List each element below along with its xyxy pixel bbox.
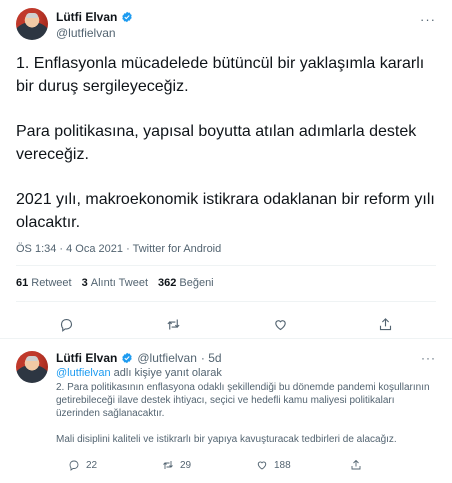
share-icon[interactable] <box>375 314 395 334</box>
engagement-stats: 61 Retweet 3 Alıntı Tweet 362 Beğeni <box>16 277 214 289</box>
reply-author-name[interactable]: Lütfi Elvan <box>56 351 117 365</box>
reply-like-count: 188 <box>274 459 291 471</box>
tweet-actions <box>0 314 452 334</box>
verified-badge-icon <box>122 11 133 23</box>
reply-share-button[interactable] <box>350 459 362 471</box>
reply-tweet[interactable]: Lütfi Elvan @lutfielvan · 5d ··· @lutfie… <box>0 339 452 483</box>
reply-retweet-button[interactable]: 29 <box>162 459 191 471</box>
share-icon <box>351 459 361 470</box>
author-name-row: Lütfi Elvan <box>56 10 133 24</box>
reply-text: 2. Para politikasının enflasyona odaklı … <box>56 381 436 459</box>
replying-to: @lutfielvan adlı kişiye yanıt olarak <box>56 367 222 379</box>
avatar[interactable] <box>16 8 48 40</box>
reply-paragraph: 2. Para politikasının enflasyona odaklı … <box>56 382 430 419</box>
timestamp[interactable]: ÖS 1:34 · 4 Oca 2021 · <box>16 243 133 255</box>
reply-count: 22 <box>86 459 98 471</box>
reply-age[interactable]: · 5d <box>201 351 222 365</box>
quote-count[interactable]: 3 Alıntı Tweet <box>82 277 148 289</box>
reply-reply-button[interactable]: 22 <box>68 459 97 471</box>
divider <box>16 301 436 302</box>
reply-author-handle[interactable]: @lutfielvan <box>137 351 197 365</box>
tweet-paragraph: 1. Enflasyonla mücadelede bütüncül bir y… <box>16 55 425 95</box>
avatar[interactable] <box>16 351 48 383</box>
tweet-text: 1. Enflasyonla mücadelede bütüncül bir y… <box>16 52 436 256</box>
reply-retweet-count: 29 <box>180 459 192 471</box>
tweet-paragraph: Para politikasına, yapısal boyutta atıla… <box>16 123 417 163</box>
author-name[interactable]: Lütfi Elvan <box>56 10 117 24</box>
more-options-icon[interactable]: ··· <box>421 351 436 365</box>
retweet-count[interactable]: 61 Retweet <box>16 277 72 289</box>
reply-author-row: Lütfi Elvan @lutfielvan · 5d <box>56 351 222 365</box>
retweet-icon <box>163 461 173 469</box>
reply-to-mention[interactable]: @lutfielvan <box>56 367 111 379</box>
reply-icon[interactable] <box>56 314 76 334</box>
like-count[interactable]: 362 Beğeni <box>158 277 214 289</box>
reply-paragraph: Mali disiplini kaliteli ve istikrarlı bi… <box>56 434 397 445</box>
reply-actions: 22 29 188 <box>56 459 436 475</box>
divider <box>16 265 436 266</box>
reply-to-suffix: adlı kişiye yanıt olarak <box>110 367 222 379</box>
more-options-icon[interactable]: ··· <box>420 12 436 27</box>
tweet-meta: ÖS 1:34 · 4 Oca 2021 · Twitter for Andro… <box>16 243 221 255</box>
like-icon <box>257 461 267 470</box>
reply-icon <box>69 460 79 471</box>
like-icon[interactable] <box>270 314 290 334</box>
retweet-icon[interactable] <box>163 314 183 334</box>
main-tweet: Lütfi Elvan @lutfielvan ··· 1. Enflasyon… <box>0 0 452 335</box>
author-handle[interactable]: @lutfielvan <box>56 26 116 40</box>
tweet-paragraph: 2021 yılı, makroekonomik istikrara odakl… <box>16 191 435 231</box>
verified-badge-icon <box>122 352 133 364</box>
reply-like-button[interactable]: 188 <box>256 459 291 471</box>
source-link[interactable]: Twitter for Android <box>133 243 222 255</box>
